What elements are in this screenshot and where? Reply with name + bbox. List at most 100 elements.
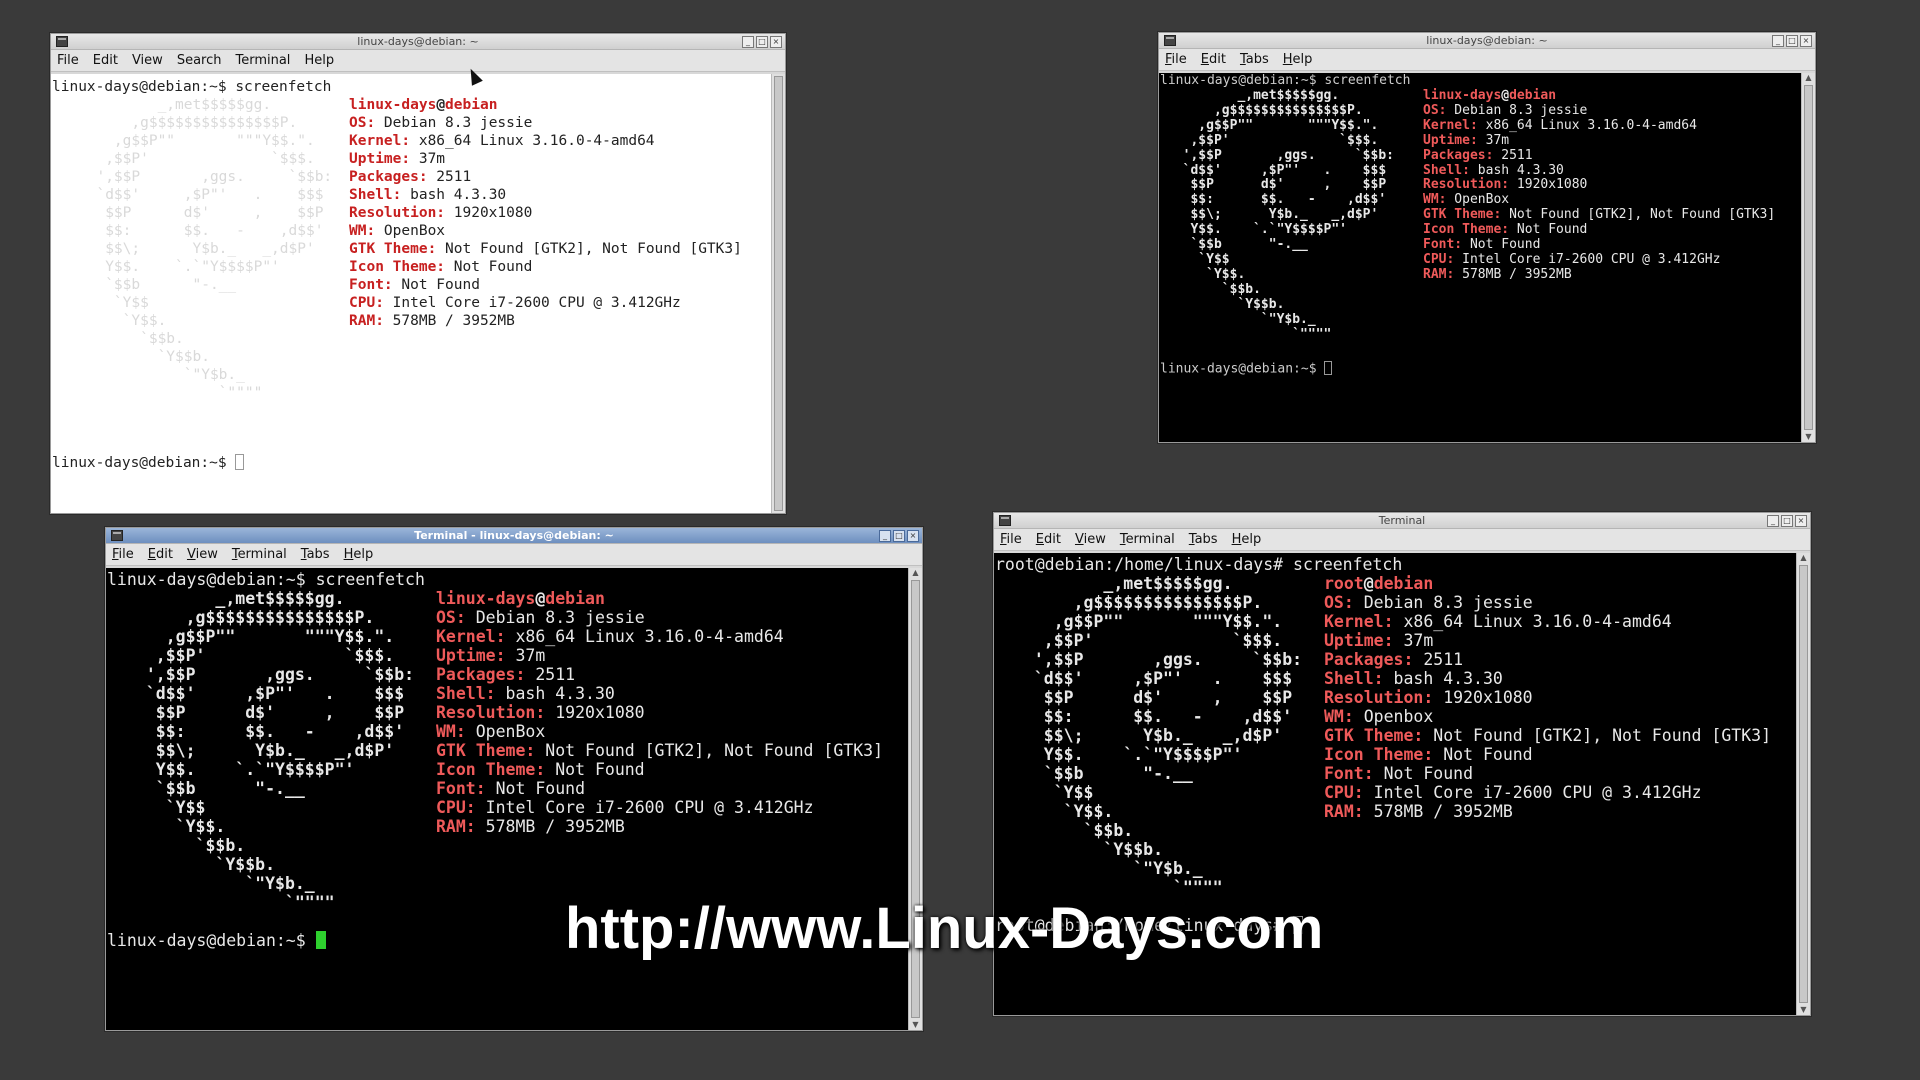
logo-line: `Y$$.: [126, 817, 226, 836]
info-value: Not Found [GTK2], Not Found [GTK3]: [1423, 726, 1772, 745]
scroll-up-icon[interactable]: ▲: [909, 568, 922, 578]
final-prompt[interactable]: linux-days@debian:~$: [107, 931, 326, 950]
window-titlebar[interactable]: linux-days@debian: ~ _ □ ×: [1159, 33, 1815, 49]
info-label: CPU:: [436, 798, 476, 817]
logo-line: `"""": [126, 893, 335, 912]
info-value: 578MB / 3952MB: [475, 817, 625, 836]
maximize-icon[interactable]: □: [893, 530, 905, 542]
terminal-window-2[interactable]: linux-days@debian: ~ _ □ × File Edit Tabs H…: [1158, 32, 1816, 443]
menu-file[interactable]: File: [1000, 532, 1022, 547]
ascii-logo: _,met$$$$$gg. ,g$$$$$$$$$$$$$$$P. ,g$$P"…: [1014, 574, 1302, 897]
user-name: root: [1324, 574, 1364, 593]
logo-line: $$P d$' , $$P: [126, 703, 405, 722]
system-info: root@debian OS: Debian 8.3 jessie Kernel: …: [1324, 574, 1771, 821]
scroll-down-icon[interactable]: ▼: [1797, 1005, 1810, 1015]
info-uptime: Uptime: 37m: [1423, 133, 1775, 149]
info-label: Resolution:: [1324, 688, 1434, 707]
scroll-up-icon[interactable]: ▲: [1802, 73, 1815, 83]
user-host: linux-days@debian: [349, 96, 742, 114]
menu-terminal[interactable]: Terminal: [1120, 532, 1175, 547]
close-icon[interactable]: ×: [770, 36, 782, 48]
menu-edit[interactable]: Edit: [1201, 52, 1226, 67]
at-sign: @: [535, 589, 546, 608]
final-prompt[interactable]: linux-days@debian:~$: [52, 454, 245, 472]
menu-view[interactable]: View: [187, 547, 218, 562]
menu-edit[interactable]: Edit: [148, 547, 173, 562]
terminal-output[interactable]: linux-days@debian:~$ screenfetch _,met$$…: [51, 74, 771, 513]
scroll-down-icon[interactable]: ▼: [1802, 432, 1815, 442]
logo-line: ,$$P' `$$$.: [1014, 631, 1283, 650]
scrollbar[interactable]: [771, 74, 785, 513]
scrollbar[interactable]: ▲ ▼: [1801, 73, 1815, 442]
window-titlebar[interactable]: Terminal _ □ ×: [994, 513, 1810, 529]
info-value: bash 4.3.30: [401, 187, 507, 203]
scrollbar-thumb[interactable]: [1804, 85, 1813, 430]
terminal-icon: [999, 515, 1011, 526]
scrollbar-thumb[interactable]: [1799, 565, 1808, 1003]
menu-help[interactable]: Help: [1283, 52, 1313, 67]
menu-help[interactable]: Help: [1232, 532, 1262, 547]
menu-file[interactable]: File: [1165, 52, 1187, 67]
info-wm: WM: OpenBox: [1423, 192, 1775, 208]
info-cpu: CPU: Intel Core i7-2600 CPU @ 3.412GHz: [1423, 251, 1775, 268]
logo-line: $$: $$. - ,d$$': [126, 722, 405, 741]
terminal-window-1[interactable]: linux-days@debian: ~ _ □ × File Edit View S…: [50, 33, 786, 514]
close-icon[interactable]: ×: [1800, 35, 1812, 47]
terminal-output[interactable]: linux-days@debian:~$ screenfetch _,met$$…: [1159, 73, 1801, 442]
scroll-down-icon[interactable]: ▼: [909, 1020, 922, 1030]
close-icon[interactable]: ×: [907, 530, 919, 542]
menu-view[interactable]: View: [132, 53, 163, 68]
logo-line: $$P d$' , $$P: [79, 205, 324, 221]
info-value: Intel Core i7-2600 CPU @ 3.412GHz: [1454, 251, 1721, 267]
minimize-icon[interactable]: _: [879, 530, 891, 542]
terminal-icon: [56, 36, 68, 47]
info-value: bash 4.3.30: [495, 684, 615, 703]
final-prompt[interactable]: linux-days@debian:~$: [1160, 361, 1333, 378]
info-value: Debian 8.3 jessie: [1353, 593, 1533, 612]
info-label: Uptime:: [349, 151, 411, 167]
info-kernel: Kernel: x86_64 Linux 3.16.0-4-amd64: [1324, 612, 1771, 631]
menu-help[interactable]: Help: [304, 53, 334, 68]
menu-view[interactable]: View: [1075, 532, 1106, 547]
info-label: OS:: [1423, 102, 1447, 118]
menu-tabs[interactable]: Tabs: [1189, 532, 1218, 547]
info-label: CPU:: [349, 295, 384, 311]
info-value: Not Found [GTK2], Not Found [GTK3]: [1501, 207, 1776, 223]
window-titlebar[interactable]: Terminal - linux-days@debian: ~ _ □ ×: [106, 528, 922, 544]
scrollbar-thumb[interactable]: [774, 76, 783, 511]
user-name: linux-days: [436, 589, 536, 608]
logo-line: _,met$$$$$gg.: [126, 589, 345, 608]
menu-help[interactable]: Help: [344, 547, 374, 562]
info-value: 2511: [1413, 650, 1464, 669]
minimize-icon[interactable]: _: [1772, 35, 1784, 47]
close-icon[interactable]: ×: [1795, 515, 1807, 527]
menu-search[interactable]: Search: [177, 53, 222, 68]
menu-edit[interactable]: Edit: [1036, 532, 1061, 547]
minimize-icon[interactable]: _: [742, 36, 754, 48]
menu-edit[interactable]: Edit: [93, 53, 118, 68]
minimize-icon[interactable]: _: [1767, 515, 1779, 527]
menu-tabs[interactable]: Tabs: [1240, 52, 1269, 67]
info-label: Font:: [349, 277, 393, 293]
menu-file[interactable]: File: [112, 547, 134, 562]
maximize-icon[interactable]: □: [1786, 35, 1798, 47]
scrollbar[interactable]: ▲ ▼: [1796, 553, 1810, 1015]
maximize-icon[interactable]: □: [1781, 515, 1793, 527]
menu-terminal[interactable]: Terminal: [235, 53, 290, 68]
menu-file[interactable]: File: [57, 53, 79, 68]
maximize-icon[interactable]: □: [756, 36, 768, 48]
info-value: Debian 8.3 jessie: [1446, 102, 1588, 118]
logo-line: _,met$$$$$gg.: [1167, 88, 1340, 103]
at-sign: @: [436, 97, 446, 113]
window-title: Terminal: [1378, 514, 1426, 527]
terminal-icon: [111, 530, 123, 541]
scroll-up-icon[interactable]: ▲: [1797, 553, 1810, 563]
logo-line: ,g$$P"" """Y$$.".: [1167, 117, 1379, 133]
menu-terminal[interactable]: Terminal: [232, 547, 287, 562]
logo-line: `Y$$.: [1167, 266, 1246, 282]
menu-tabs[interactable]: Tabs: [301, 547, 330, 562]
logo-line: $$\; Y$b._ _,d$P': [1167, 207, 1379, 223]
host-name: debian: [1509, 88, 1557, 103]
window-titlebar[interactable]: linux-days@debian: ~ _ □ ×: [51, 34, 785, 50]
info-value: 578MB / 3952MB: [1454, 266, 1572, 282]
